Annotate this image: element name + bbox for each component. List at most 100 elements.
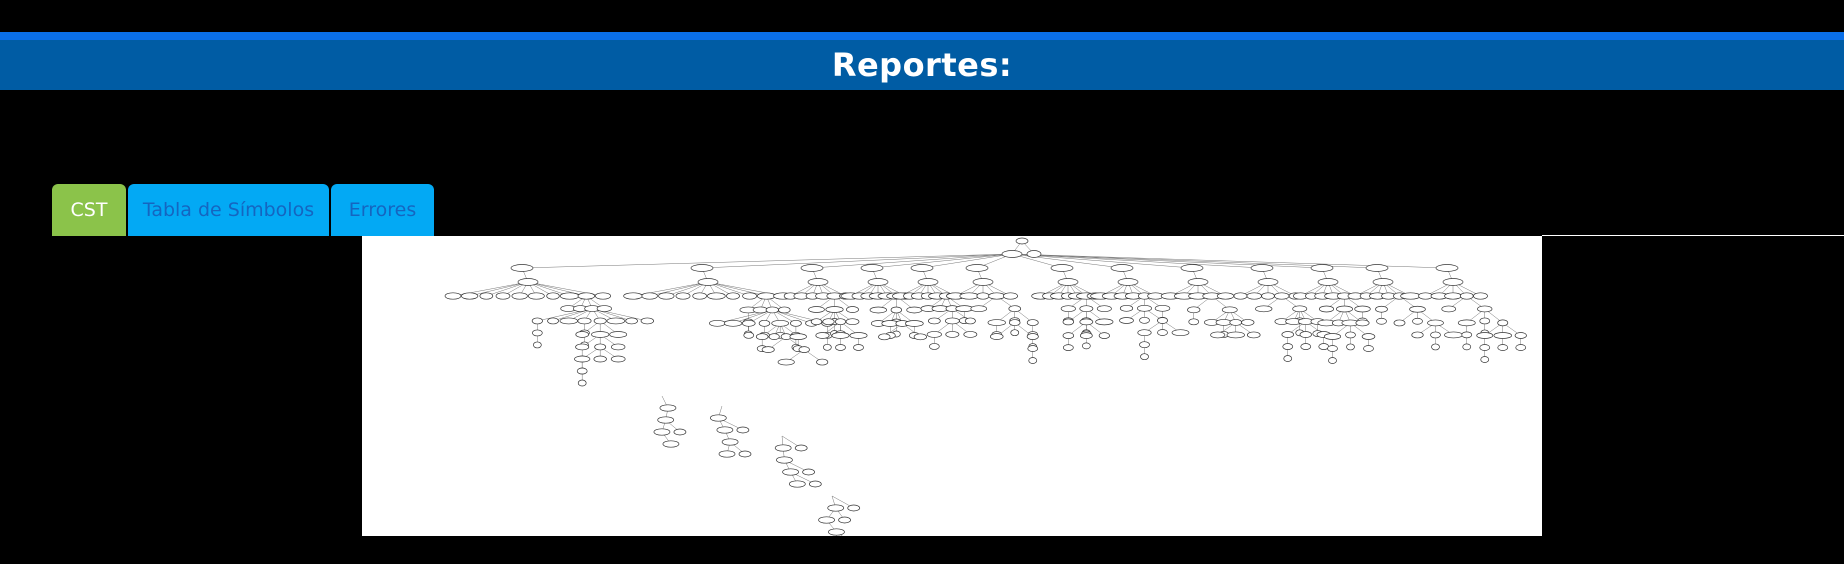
cst-node xyxy=(1081,342,1091,350)
cst-node xyxy=(1096,305,1112,313)
cst-node xyxy=(709,414,727,422)
cst-node xyxy=(692,292,707,300)
cst-node xyxy=(1411,331,1424,339)
cst-node xyxy=(869,306,888,314)
cst-node xyxy=(822,318,835,326)
cst-node xyxy=(800,264,824,272)
tab-errores[interactable]: Errores xyxy=(331,184,434,236)
cst-node xyxy=(577,379,587,387)
cst-node xyxy=(774,444,792,452)
cst-node xyxy=(1026,319,1039,326)
cst-node xyxy=(479,292,494,300)
cst-node xyxy=(964,317,976,325)
cst-node xyxy=(606,317,626,325)
cst-node xyxy=(1299,331,1312,338)
cst-node xyxy=(1336,305,1353,313)
cst-node xyxy=(1139,341,1150,349)
cst-node xyxy=(1210,331,1226,339)
cst-node xyxy=(1246,292,1262,300)
page-title: Reportes: xyxy=(831,46,1013,84)
cst-node xyxy=(738,450,752,458)
cst-node xyxy=(1057,278,1079,286)
cst-node xyxy=(1435,264,1459,272)
cst-node xyxy=(1257,278,1279,286)
cst-node xyxy=(1250,264,1274,272)
cst-node xyxy=(1241,319,1255,326)
report-tabs: CST Tabla de Símbolos Errores xyxy=(52,184,434,236)
cst-node xyxy=(723,319,743,327)
cst-node xyxy=(1050,264,1074,272)
tab-tabla-de-simbolos[interactable]: Tabla de Símbolos xyxy=(128,184,329,236)
cst-node xyxy=(741,319,756,327)
cst-node xyxy=(1328,357,1337,364)
cst-node xyxy=(752,306,768,314)
cst-node xyxy=(1010,329,1020,337)
cst-node xyxy=(802,468,815,476)
cst-node xyxy=(653,428,671,436)
cst-node xyxy=(547,317,559,325)
cst-node xyxy=(1409,305,1426,313)
cst-node xyxy=(1497,344,1509,351)
cst-graph-panel[interactable] xyxy=(362,236,1542,536)
cst-node xyxy=(593,317,607,325)
cst-node xyxy=(1008,305,1022,313)
cst-node xyxy=(461,292,479,300)
cst-node xyxy=(595,292,611,300)
cst-node xyxy=(890,306,902,314)
tab-cst[interactable]: CST xyxy=(52,184,126,236)
cst-node xyxy=(827,504,845,512)
cst-node xyxy=(574,355,591,363)
cst-node xyxy=(761,346,775,353)
cst-node xyxy=(1462,343,1472,351)
cst-node xyxy=(765,306,779,314)
cst-node xyxy=(1062,318,1075,326)
cst-node xyxy=(1310,264,1334,272)
cst-node xyxy=(609,331,628,338)
cst-node xyxy=(1062,332,1075,339)
cst-node xyxy=(831,332,850,339)
cst-node xyxy=(847,504,861,512)
cst-node xyxy=(610,355,626,363)
cst-node xyxy=(1110,264,1134,272)
cst-node xyxy=(1497,319,1509,327)
cst-node xyxy=(771,319,790,327)
cst-node xyxy=(657,416,675,424)
cst-node xyxy=(1009,319,1021,326)
cst-node xyxy=(776,456,793,464)
cst-node xyxy=(913,333,927,341)
cst-node xyxy=(675,292,691,300)
cst-node xyxy=(788,480,806,488)
cst-node xyxy=(531,317,543,325)
cst-node xyxy=(1098,332,1110,339)
cst-node xyxy=(559,292,580,300)
cst-node xyxy=(1400,292,1421,300)
cst-node xyxy=(721,438,739,446)
cst-node xyxy=(1255,305,1273,313)
cst-node xyxy=(1229,319,1243,326)
cst-node xyxy=(1300,343,1312,350)
cst-node xyxy=(768,333,780,340)
cst-node xyxy=(1246,331,1261,339)
cst-node xyxy=(838,516,851,524)
cst-node xyxy=(1119,317,1134,324)
cst-node xyxy=(1188,318,1200,326)
cst-node xyxy=(906,306,923,314)
cst-node xyxy=(917,278,939,286)
cst-node xyxy=(1119,304,1134,312)
cst-node xyxy=(798,346,810,353)
cst-node xyxy=(944,317,960,325)
cst-node xyxy=(495,292,511,300)
cst-node xyxy=(1363,345,1374,352)
cst-node xyxy=(641,292,658,300)
cst-node xyxy=(1292,305,1308,313)
cst-node xyxy=(658,292,675,300)
cst-node xyxy=(1137,329,1152,337)
cst-node xyxy=(810,318,823,326)
cst-node xyxy=(987,319,1006,326)
cst-node xyxy=(845,318,860,326)
cst-tree-graph xyxy=(444,237,1527,536)
cst-node xyxy=(1157,329,1168,336)
cst-node xyxy=(532,341,542,349)
cst-node xyxy=(825,306,844,313)
cst-node xyxy=(591,331,610,338)
